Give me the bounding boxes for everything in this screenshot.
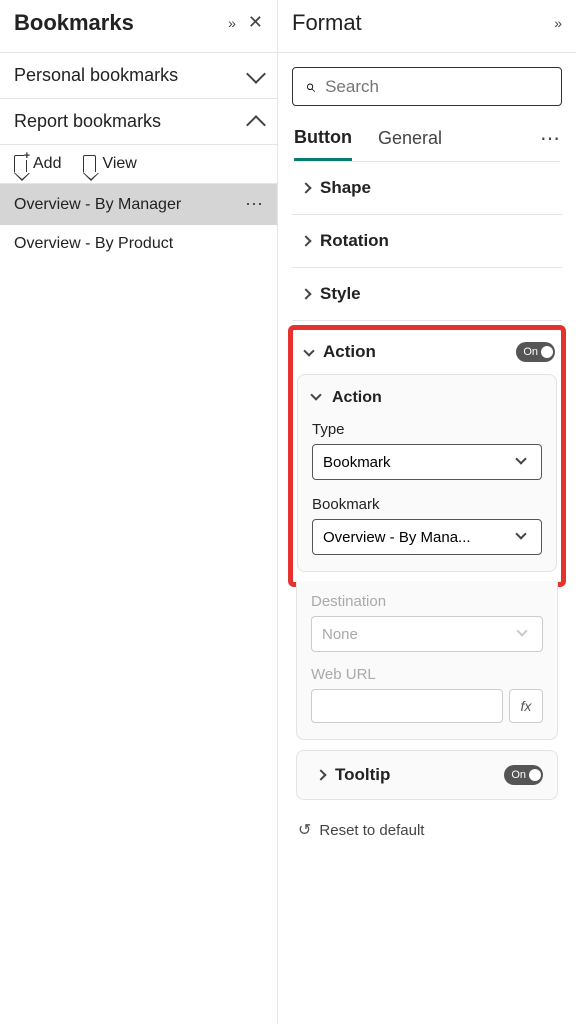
collapse-icon[interactable]: »	[554, 15, 562, 31]
collapse-icon[interactable]: »	[228, 15, 236, 31]
tab-button[interactable]: Button	[294, 127, 352, 161]
chevron-right-icon	[300, 182, 311, 193]
shape-label: Shape	[320, 178, 558, 198]
add-label: Add	[33, 155, 61, 173]
rotation-row[interactable]: Rotation	[292, 215, 562, 268]
search-input-wrap[interactable]: ⌕	[292, 67, 562, 106]
tooltip-row[interactable]: Tooltip On	[311, 765, 543, 785]
report-bookmarks-label: Report bookmarks	[14, 111, 249, 132]
action-card-title: Action	[332, 389, 382, 407]
type-select[interactable]: Bookmark	[312, 444, 542, 480]
reset-icon: ↻	[298, 820, 311, 840]
chevron-down-icon	[310, 389, 321, 400]
bookmarks-pane: Bookmarks » ✕ Personal bookmarks Report …	[0, 0, 278, 1024]
destination-label: Destination	[311, 593, 543, 610]
search-icon: ⌕	[305, 76, 315, 97]
bookmark-add-icon: +	[14, 155, 27, 173]
toggle-on-label: On	[511, 769, 526, 781]
bookmarks-header: Bookmarks » ✕	[0, 0, 277, 53]
view-bookmark-button[interactable]: View	[83, 155, 136, 173]
chevron-down-icon	[303, 345, 314, 356]
view-label: View	[102, 155, 136, 173]
chevron-down-icon	[515, 453, 526, 464]
bookmark-item-label: Overview - By Product	[14, 235, 263, 253]
tooltip-toggle[interactable]: On	[504, 765, 543, 785]
chevron-down-icon	[515, 528, 526, 539]
bookmarks-title: Bookmarks	[14, 10, 228, 36]
chevron-down-icon	[516, 625, 527, 636]
shape-row[interactable]: Shape	[292, 162, 562, 215]
type-value: Bookmark	[323, 454, 517, 471]
bookmark-select[interactable]: Overview - By Mana...	[312, 519, 542, 555]
weburl-label: Web URL	[311, 666, 543, 683]
action-toggle[interactable]: On	[516, 342, 555, 362]
bookmark-item[interactable]: Overview - By Product	[0, 225, 277, 263]
action-card: Action Type Bookmark Bookmark Overview -…	[297, 374, 557, 572]
toggle-on-label: On	[523, 346, 538, 358]
toggle-knob	[541, 346, 553, 358]
search-input[interactable]	[325, 77, 549, 97]
chevron-up-icon	[246, 115, 266, 135]
action-highlight: Action On Action Type Bookmark Bookmark	[288, 325, 566, 587]
more-icon[interactable]: ⋯	[245, 194, 263, 215]
bookmark-label: Bookmark	[312, 496, 542, 513]
style-label: Style	[320, 284, 558, 304]
action-card-header[interactable]: Action	[312, 389, 542, 407]
tab-more-icon[interactable]: ⋯	[540, 126, 560, 161]
style-row[interactable]: Style	[292, 268, 562, 321]
chevron-right-icon	[300, 235, 311, 246]
tooltip-card: Tooltip On	[296, 750, 558, 800]
format-tabs: Button General ⋯	[294, 126, 560, 162]
action-card-lower: Destination None Web URL fx	[296, 581, 558, 740]
format-header: Format »	[278, 0, 576, 53]
bookmark-item[interactable]: Overview - By Manager ⋯	[0, 184, 277, 225]
tooltip-label: Tooltip	[335, 765, 504, 785]
personal-bookmarks-label: Personal bookmarks	[14, 65, 249, 86]
chevron-right-icon	[300, 288, 311, 299]
destination-value: None	[322, 626, 518, 643]
bookmark-item-label: Overview - By Manager	[14, 196, 245, 214]
chevron-right-icon	[315, 769, 326, 780]
bookmark-view-icon	[83, 155, 96, 173]
chevron-down-icon	[246, 64, 266, 84]
type-label: Type	[312, 421, 542, 438]
fx-button[interactable]: fx	[509, 689, 543, 723]
action-label: Action	[323, 342, 516, 362]
rotation-label: Rotation	[320, 231, 558, 251]
weburl-input	[311, 689, 503, 723]
report-bookmarks-section[interactable]: Report bookmarks	[0, 99, 277, 145]
add-bookmark-button[interactable]: + Add	[14, 155, 61, 173]
reset-to-default[interactable]: ↻ Reset to default	[292, 810, 562, 854]
close-icon[interactable]: ✕	[248, 15, 263, 31]
destination-select: None	[311, 616, 543, 652]
format-pane: Format » ⌕ Button General ⋯ Shape Rotati…	[278, 0, 576, 1024]
bookmark-value: Overview - By Mana...	[323, 529, 517, 546]
action-row[interactable]: Action On	[293, 330, 561, 374]
personal-bookmarks-section[interactable]: Personal bookmarks	[0, 53, 277, 99]
format-title: Format	[292, 10, 554, 36]
tab-general[interactable]: General	[378, 128, 442, 159]
reset-label: Reset to default	[319, 822, 424, 839]
bookmark-action-bar: + Add View	[0, 145, 277, 184]
toggle-knob	[529, 769, 541, 781]
